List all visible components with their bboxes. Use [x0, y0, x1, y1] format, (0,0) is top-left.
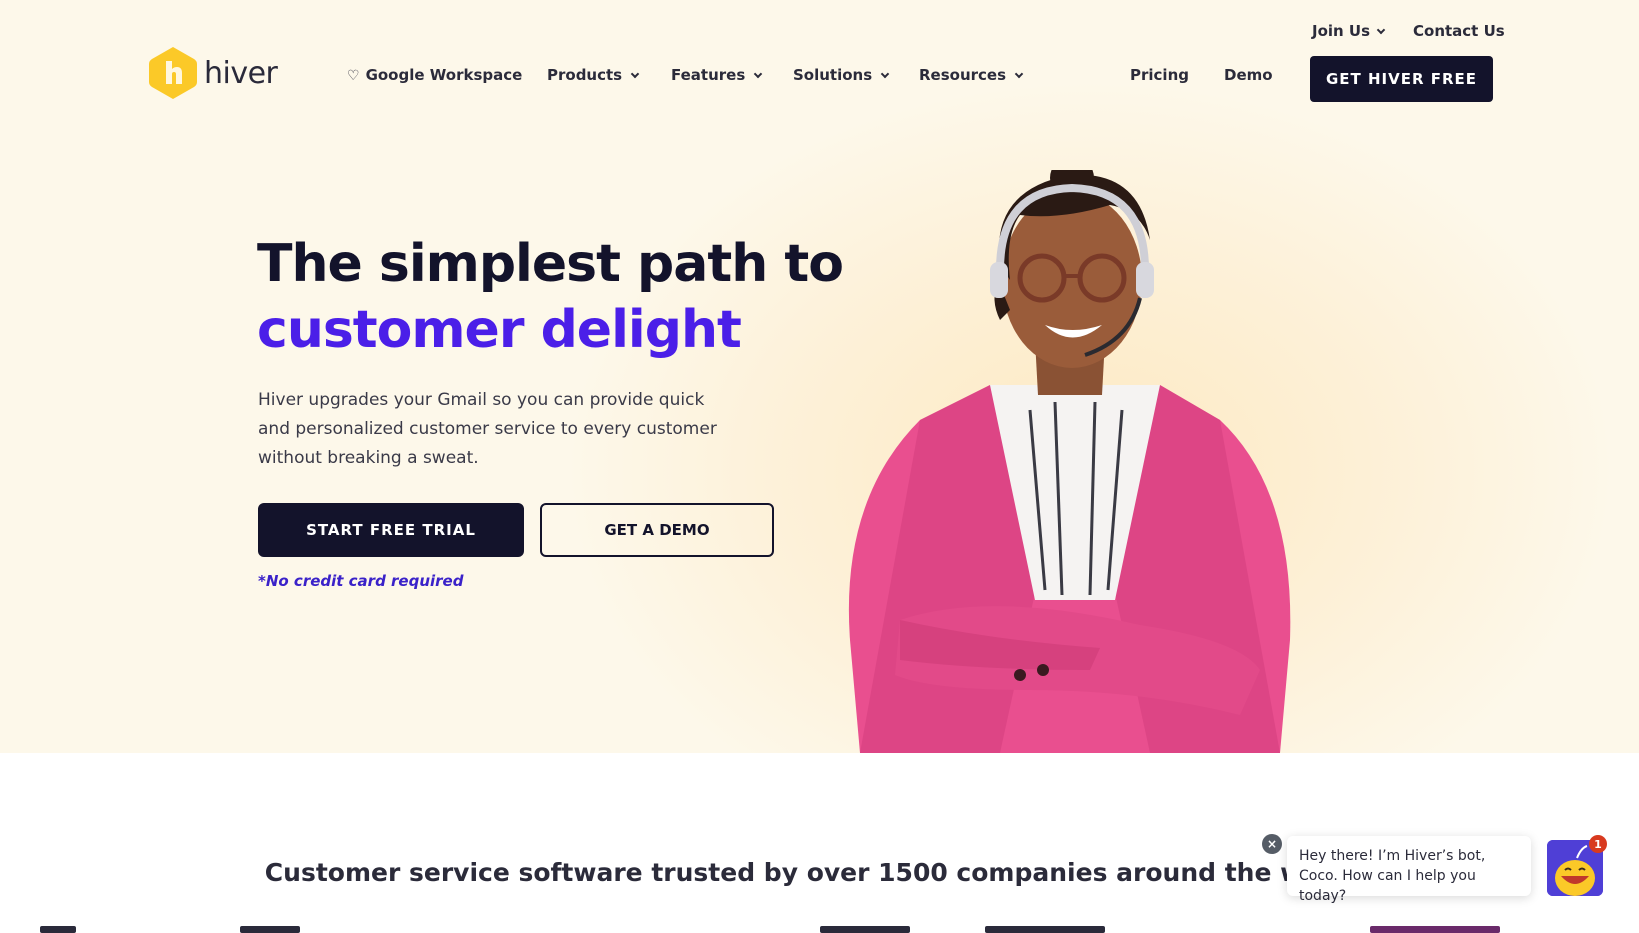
hiver-logo-icon	[148, 45, 198, 101]
chat-message-text: Hey there! I’m Hiver’s bot, Coco. How ca…	[1299, 848, 1486, 904]
customer-logo	[240, 926, 300, 933]
chevron-down-icon	[880, 69, 890, 79]
nav-solutions[interactable]: Solutions	[793, 66, 890, 84]
hero-subtext: Hiver upgrades your Gmail so you can pro…	[258, 390, 717, 468]
customer-logo	[820, 926, 910, 933]
no-credit-card-note: *No credit card required	[258, 572, 464, 590]
nav-google-workspace-label: Google Workspace	[365, 66, 523, 84]
customer-logo	[40, 926, 76, 933]
nav-google-workspace[interactable]: ♡ Google Workspace	[347, 66, 522, 84]
contact-us-link[interactable]: Contact Us	[1413, 22, 1505, 40]
chevron-down-icon	[1376, 25, 1386, 35]
get-hiver-free-button[interactable]: GET HIVER FREE	[1310, 56, 1493, 102]
nav-demo-label: Demo	[1224, 66, 1273, 84]
nav-products[interactable]: Products	[547, 66, 640, 84]
heart-icon: ♡	[347, 68, 360, 84]
nav-features[interactable]: Features	[671, 66, 763, 84]
get-a-demo-button[interactable]: GET A DEMO	[540, 503, 774, 557]
chat-message-bubble[interactable]: Hey there! I’m Hiver’s bot, Coco. How ca…	[1287, 836, 1531, 904]
start-free-trial-button[interactable]: START FREE TRIAL	[258, 503, 524, 557]
contact-us-label: Contact Us	[1413, 22, 1505, 40]
chevron-down-icon	[630, 69, 640, 79]
hero-section: Join Us Contact Us hiver ♡ Google Workspa…	[0, 0, 1639, 753]
nav-pricing[interactable]: Pricing	[1130, 66, 1189, 84]
brand-name: hiver	[204, 55, 278, 91]
chat-close-icon[interactable]: ×	[1262, 834, 1282, 854]
hiver-logo[interactable]: hiver	[148, 45, 278, 101]
nav-features-label: Features	[671, 66, 746, 84]
customer-logo	[1370, 926, 1500, 933]
nav-products-label: Products	[547, 66, 623, 84]
nav-resources-label: Resources	[919, 66, 1007, 84]
nav-demo[interactable]: Demo	[1224, 66, 1273, 84]
hero-headline-line1: The simplest path to	[257, 234, 844, 294]
chat-notification-badge: 1	[1589, 835, 1607, 853]
nav-solutions-label: Solutions	[793, 66, 873, 84]
support-agent-photo	[840, 156, 1300, 753]
hero-headline-line2: customer delight	[257, 300, 742, 360]
chevron-down-icon	[754, 69, 763, 79]
nav-pricing-label: Pricing	[1130, 66, 1189, 84]
nav-resources[interactable]: Resources	[919, 66, 1024, 84]
customer-logo	[985, 926, 1105, 933]
chevron-down-icon	[1014, 69, 1024, 79]
join-us-menu[interactable]: Join Us	[1312, 22, 1386, 40]
join-us-label: Join Us	[1312, 22, 1371, 40]
